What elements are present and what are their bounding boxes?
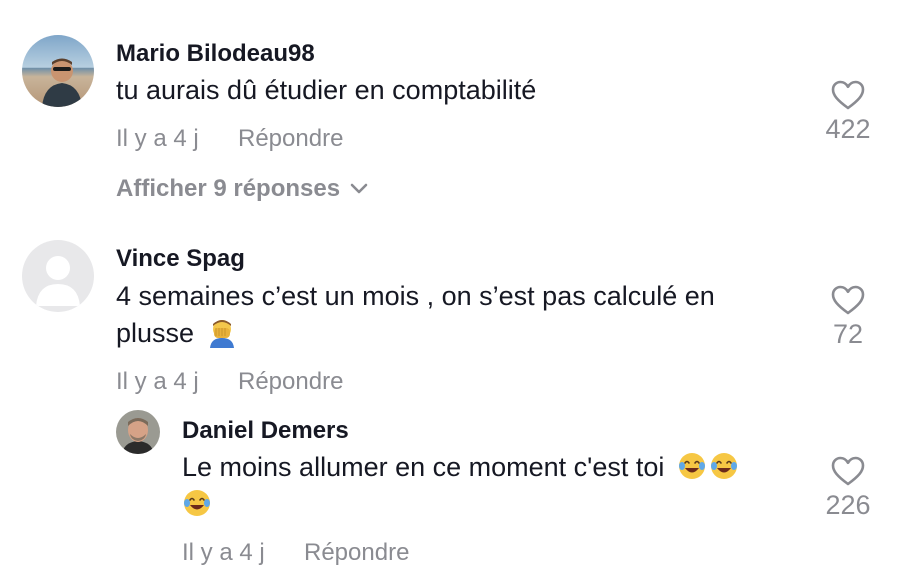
comment-text-line-1: 4 semaines c’est un mois , on s’est pas … <box>116 281 715 311</box>
chevron-down-icon <box>350 183 368 194</box>
like-count: 422 <box>825 114 871 144</box>
like-button[interactable]: 72 <box>808 285 888 350</box>
comment-username[interactable]: Mario Bilodeau98 <box>116 40 315 68</box>
reply-button[interactable]: Répondre <box>238 368 343 396</box>
tears-of-joy-emoji-icon <box>678 451 740 481</box>
heart-outline-icon <box>831 456 865 486</box>
beach-photo-avatar <box>22 35 94 107</box>
comment-timestamp: Il y a 4 j <box>116 125 199 152</box>
reply-button[interactable]: Répondre <box>238 125 343 153</box>
avatar[interactable] <box>22 240 94 312</box>
view-replies-label: Afficher 9 réponses <box>116 175 341 202</box>
comment-timestamp: Il y a 4 j <box>182 539 265 566</box>
heart-outline-icon <box>831 285 865 315</box>
man-photo-avatar <box>116 410 160 454</box>
comment-text-label: Le moins allumer en ce moment c'est toi <box>182 452 665 482</box>
default-silhouette-avatar <box>22 240 94 312</box>
comment-timestamp: Il y a 4 j <box>116 368 199 395</box>
comment-text-line-2-label: plusse <box>116 318 195 348</box>
reply-button[interactable]: Répondre <box>304 539 409 567</box>
comment-username[interactable]: Vince Spag <box>116 245 245 273</box>
like-button[interactable]: 226 <box>808 456 888 521</box>
like-button[interactable]: 422 <box>808 80 888 145</box>
comment-username[interactable]: Daniel Demers <box>182 417 349 445</box>
like-count: 226 <box>825 490 871 520</box>
comment-text-line-1: Le moins allumer en ce moment c'est toi <box>182 449 740 486</box>
avatar[interactable] <box>116 410 160 454</box>
heart-outline-icon <box>831 80 865 110</box>
tears-of-joy-emoji-icon <box>182 488 212 518</box>
avatar[interactable] <box>22 35 94 107</box>
view-replies-button[interactable]: Afficher 9 réponses <box>116 175 368 203</box>
face-palm-emoji-icon <box>209 319 234 348</box>
like-count: 72 <box>832 319 864 349</box>
comment-text: tu aurais dû étudier en comptabilité <box>116 75 537 105</box>
comment-text-line-2: plusse <box>116 315 238 352</box>
